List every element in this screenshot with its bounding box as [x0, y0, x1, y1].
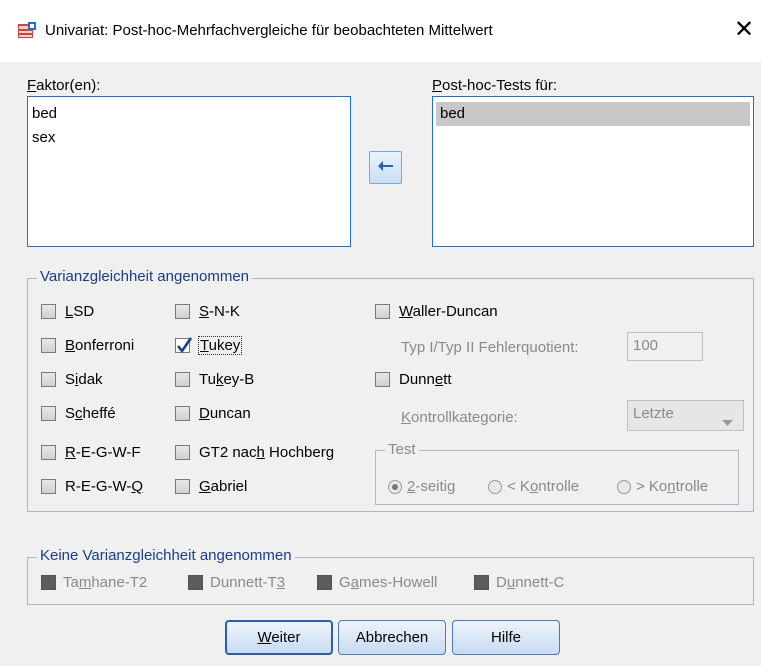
checkbox-scheffe[interactable]: Scheffé [41, 405, 116, 422]
move-right-button[interactable] [369, 151, 402, 184]
spss-app-icon [18, 22, 36, 40]
checkbox-box-disabled[interactable] [41, 575, 56, 590]
checkbox-box[interactable] [375, 372, 390, 387]
checkbox-dunnett[interactable]: Dunnett [375, 371, 452, 388]
checkbox-gabriel[interactable]: Gabriel [175, 478, 247, 495]
checkbox-dunnett-t3[interactable]: Dunnett-T3 [188, 574, 285, 591]
list-item[interactable]: sex [28, 126, 350, 150]
checkbox-box[interactable] [41, 338, 56, 353]
checkbox-tukey[interactable]: Tukey [175, 336, 243, 355]
checkbox-snk[interactable]: S-N-K [175, 303, 240, 320]
checkbox-games-howell[interactable]: Games-Howell [317, 574, 437, 591]
checkbox-box[interactable] [41, 406, 56, 421]
radio-less-control[interactable]: < Kontrolle [488, 478, 579, 495]
test-legend: Test [385, 441, 419, 458]
control-category-select[interactable]: Letzte [627, 400, 744, 431]
checkbox-box[interactable] [175, 406, 190, 421]
checkbox-box[interactable] [41, 304, 56, 319]
checkbox-box[interactable] [41, 479, 56, 494]
control-category-value: Letzte [633, 405, 674, 422]
checkbox-duncan[interactable]: Duncan [175, 405, 251, 422]
checkbox-lsd[interactable]: LSD [41, 303, 94, 320]
chevron-down-icon [722, 413, 733, 430]
radio-button[interactable] [488, 479, 502, 494]
error-ratio-field[interactable]: 100 [627, 332, 703, 361]
checkmark-icon [176, 337, 193, 354]
unequal-variance-legend: Keine Varianzgleichheit angenommen [37, 547, 295, 564]
window-title: Univariat: Post-hoc-Mehrfachvergleiche f… [45, 22, 493, 39]
help-button[interactable]: Hilfe [452, 620, 560, 655]
factors-label: Faktor(en): [27, 77, 101, 94]
checkbox-box[interactable] [175, 304, 190, 319]
checkbox-box[interactable] [175, 479, 190, 494]
checkbox-box-disabled[interactable] [474, 575, 489, 590]
checkbox-box[interactable] [41, 445, 56, 460]
list-item[interactable]: bed [28, 102, 350, 126]
arrow-move-icon [377, 159, 395, 177]
checkbox-box-checked[interactable] [175, 337, 193, 354]
radio-button[interactable] [617, 479, 631, 494]
radio-greater-control[interactable]: > Kontrolle [617, 478, 708, 495]
continue-button[interactable]: Weiter [225, 620, 333, 655]
checkbox-box-disabled[interactable] [317, 575, 332, 590]
radio-button-selected[interactable] [388, 479, 402, 494]
checkbox-regwf[interactable]: R-E-G-W-F [41, 444, 141, 461]
cancel-button[interactable]: Abbrechen [338, 620, 446, 655]
checkbox-bonferroni[interactable]: Bonferroni [41, 337, 134, 354]
close-button[interactable]: ✕ [734, 15, 754, 45]
checkbox-tamhane[interactable]: Tamhane-T2 [41, 574, 147, 591]
checkbox-box[interactable] [41, 372, 56, 387]
checkbox-box[interactable] [175, 445, 190, 460]
checkbox-dunnett-c[interactable]: Dunnett-C [474, 574, 564, 591]
posthoc-label: Post-hoc-Tests für: [432, 77, 558, 94]
factors-listbox[interactable]: bed sex [27, 96, 351, 247]
checkbox-sidak[interactable]: Sidak [41, 371, 103, 388]
error-ratio-label: Typ I/Typ II Fehlerquotient: [401, 339, 579, 356]
radio-two-sided[interactable]: 2-seitig [388, 478, 455, 495]
control-category-label: Kontrollkategorie: [401, 409, 518, 426]
checkbox-gt2[interactable]: GT2 nach Hochberg [175, 444, 334, 461]
checkbox-box[interactable] [175, 372, 190, 387]
posthoc-listbox[interactable]: bed [432, 96, 754, 247]
checkbox-tukeyb[interactable]: Tukey-B [175, 371, 254, 388]
checkbox-waller-duncan[interactable]: Waller-Duncan [375, 303, 498, 320]
checkbox-box-disabled[interactable] [188, 575, 203, 590]
checkbox-box[interactable] [375, 304, 390, 319]
checkbox-regwq[interactable]: R-E-G-W-Q [41, 478, 143, 495]
list-item[interactable]: bed [436, 102, 750, 126]
equal-variance-legend: Varianzgleichheit angenommen [37, 268, 253, 285]
